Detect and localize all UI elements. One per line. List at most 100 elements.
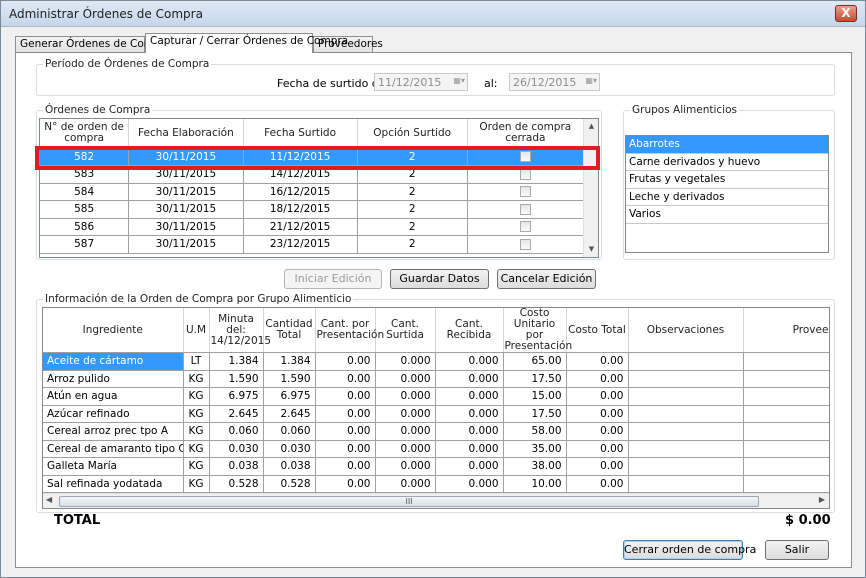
cantidad-total-cell[interactable]: 2.645 — [263, 405, 316, 423]
fecha-surtido[interactable]: 18/12/2015 — [243, 200, 358, 219]
cerrar-orden-button[interactable]: Cerrar orden de compra — [623, 540, 756, 560]
fecha-elaboracion[interactable]: 30/11/2015 — [128, 235, 244, 254]
minuta-cell[interactable]: 1.590 — [209, 370, 264, 388]
proveedor-cell[interactable] — [743, 370, 829, 388]
scroll-up-icon[interactable]: ▲ — [584, 119, 598, 134]
cerrada-cell[interactable] — [467, 165, 585, 184]
cant-recibida-cell[interactable]: 0.000 — [435, 352, 504, 371]
orden-number[interactable]: 584 — [40, 183, 130, 201]
fecha-hasta-picker[interactable]: 26/12/2015 ▦▾ — [509, 73, 600, 91]
um-cell[interactable]: KG — [183, 475, 210, 493]
orden-row[interactable]: 587 30/11/2015 23/12/2015 2 — [40, 235, 585, 254]
proveedor-cell[interactable] — [743, 422, 829, 441]
col-header-minuta[interactable]: Minuta del: 14/12/2015 — [209, 308, 271, 353]
ingrediente-cell[interactable]: Cereal de amaranto tipo C — [43, 440, 184, 458]
col-header-costo-unitario[interactable]: Costo Unitario por Presentación — [503, 308, 572, 353]
minuta-cell[interactable]: 6.975 — [209, 387, 264, 406]
proveedor-cell[interactable] — [743, 440, 829, 458]
observaciones-cell[interactable] — [628, 440, 744, 458]
minuta-cell[interactable]: 0.030 — [209, 440, 264, 458]
costo-unitario-cell[interactable]: 35.00 — [503, 440, 567, 458]
tab-generar[interactable]: Generar Órdenes de Compra. — [15, 36, 175, 52]
col-header-observaciones[interactable]: Observaciones — [628, 308, 744, 353]
ingrediente-row[interactable]: Cereal de amaranto tipo C KG 0.030 0.030 0.0… — [43, 440, 829, 458]
um-cell[interactable]: LT — [183, 352, 210, 371]
scroll-right-icon[interactable]: ▶ — [819, 495, 825, 504]
orden-row[interactable]: 584 30/11/2015 16/12/2015 2 — [40, 183, 585, 201]
costo-total-cell[interactable]: 0.00 — [566, 440, 629, 458]
costo-total-cell[interactable]: 0.00 — [566, 475, 629, 493]
opcion-surtido[interactable]: 2 — [357, 148, 468, 166]
cant-recibida-cell[interactable]: 0.000 — [435, 405, 504, 423]
costo-unitario-cell[interactable]: 58.00 — [503, 422, 567, 441]
orden-number[interactable]: 585 — [40, 200, 130, 219]
ingrediente-row[interactable]: Sal refinada yodatada KG 0.528 0.528 0.00 0.0… — [43, 475, 829, 493]
fecha-surtido[interactable]: 14/12/2015 — [243, 165, 358, 184]
col-header-cant-recibida[interactable]: Cant. Recibida — [435, 308, 504, 353]
costo-unitario-cell[interactable]: 65.00 — [503, 352, 567, 371]
costo-total-cell[interactable]: 0.00 — [566, 352, 629, 371]
cant-presentacion-cell[interactable]: 0.00 — [315, 440, 376, 458]
um-cell[interactable]: KG — [183, 457, 210, 476]
ingrediente-cell[interactable]: Azúcar refinado — [43, 405, 184, 423]
fecha-elaboracion[interactable]: 30/11/2015 — [128, 165, 244, 184]
ingrediente-cell[interactable]: Aceite de cártamo — [43, 352, 184, 371]
costo-total-cell[interactable]: 0.00 — [566, 457, 629, 476]
col-header-cant-surtida[interactable]: Cant. Surtida — [375, 308, 436, 353]
col-header-ingrediente[interactable]: Ingrediente — [43, 308, 184, 353]
orden-row[interactable]: 586 30/11/2015 21/12/2015 2 — [40, 218, 585, 236]
opcion-surtido[interactable]: 2 — [357, 183, 468, 201]
col-header-um[interactable]: U.M — [183, 308, 210, 353]
cantidad-total-cell[interactable]: 1.384 — [263, 352, 316, 371]
opcion-surtido[interactable]: 2 — [357, 235, 468, 254]
ingrediente-row[interactable]: Arroz pulido KG 1.590 1.590 0.00 0.000 0.000 17… — [43, 370, 829, 388]
cant-recibida-cell[interactable]: 0.000 — [435, 370, 504, 388]
col-header-cerrada[interactable]: Orden de compra cerrada — [467, 119, 585, 149]
orden-number[interactable]: 583 — [40, 165, 130, 184]
minuta-cell[interactable]: 0.060 — [209, 422, 264, 441]
proveedor-cell[interactable] — [743, 475, 829, 493]
minuta-cell[interactable]: 2.645 — [209, 405, 264, 423]
cerrada-checkbox[interactable] — [519, 238, 531, 250]
costo-total-cell[interactable]: 0.00 — [566, 370, 629, 388]
cant-presentacion-cell[interactable]: 0.00 — [315, 457, 376, 476]
observaciones-cell[interactable] — [628, 352, 744, 371]
observaciones-cell[interactable] — [628, 475, 744, 493]
fecha-surtido[interactable]: 23/12/2015 — [243, 235, 358, 254]
cerrada-checkbox[interactable] — [519, 151, 531, 163]
cerrada-checkbox[interactable] — [519, 186, 531, 198]
cant-presentacion-cell[interactable]: 0.00 — [315, 387, 376, 406]
orden-row[interactable]: 583 30/11/2015 14/12/2015 2 — [40, 165, 585, 184]
cant-recibida-cell[interactable]: 0.000 — [435, 457, 504, 476]
cant-surtida-cell[interactable]: 0.000 — [375, 440, 436, 458]
costo-unitario-cell[interactable]: 17.50 — [503, 405, 567, 423]
cant-recibida-cell[interactable]: 0.000 — [435, 475, 504, 493]
um-cell[interactable]: KG — [183, 440, 210, 458]
scroll-down-icon[interactable]: ▼ — [584, 242, 598, 257]
cantidad-total-cell[interactable]: 0.528 — [263, 475, 316, 493]
cant-recibida-cell[interactable]: 0.000 — [435, 422, 504, 441]
cant-presentacion-cell[interactable]: 0.00 — [315, 370, 376, 388]
ingrediente-row[interactable]: Azúcar refinado KG 2.645 2.645 0.00 0.000 0.00… — [43, 405, 829, 423]
cant-presentacion-cell[interactable]: 0.00 — [315, 352, 376, 371]
cancelar-edicion-button[interactable]: Cancelar Edición — [497, 269, 596, 289]
cant-surtida-cell[interactable]: 0.000 — [375, 422, 436, 441]
cantidad-total-cell[interactable]: 0.030 — [263, 440, 316, 458]
cant-surtida-cell[interactable]: 0.000 — [375, 370, 436, 388]
minuta-cell[interactable]: 0.528 — [209, 475, 264, 493]
cantidad-total-cell[interactable]: 0.060 — [263, 422, 316, 441]
ordenes-vscrollbar[interactable]: ▲ ▼ — [583, 119, 598, 257]
hscroll-thumb[interactable]: III — [59, 496, 759, 507]
costo-total-cell[interactable]: 0.00 — [566, 422, 629, 441]
cerrada-cell[interactable] — [467, 235, 585, 254]
ingrediente-cell[interactable]: Sal refinada yodatada — [43, 475, 184, 493]
cant-surtida-cell[interactable]: 0.000 — [375, 457, 436, 476]
cant-presentacion-cell[interactable]: 0.00 — [315, 422, 376, 441]
proveedor-cell[interactable] — [743, 387, 829, 406]
iniciar-edicion-button[interactable]: Iniciar Edición — [284, 269, 382, 289]
cant-surtida-cell[interactable]: 0.000 — [375, 475, 436, 493]
ingrediente-cell[interactable]: Cereal arroz prec tpo A — [43, 422, 184, 441]
um-cell[interactable]: KG — [183, 405, 210, 423]
costo-total-cell[interactable]: 0.00 — [566, 387, 629, 406]
grupo-item[interactable]: Carne derivados y huevo — [626, 154, 828, 171]
